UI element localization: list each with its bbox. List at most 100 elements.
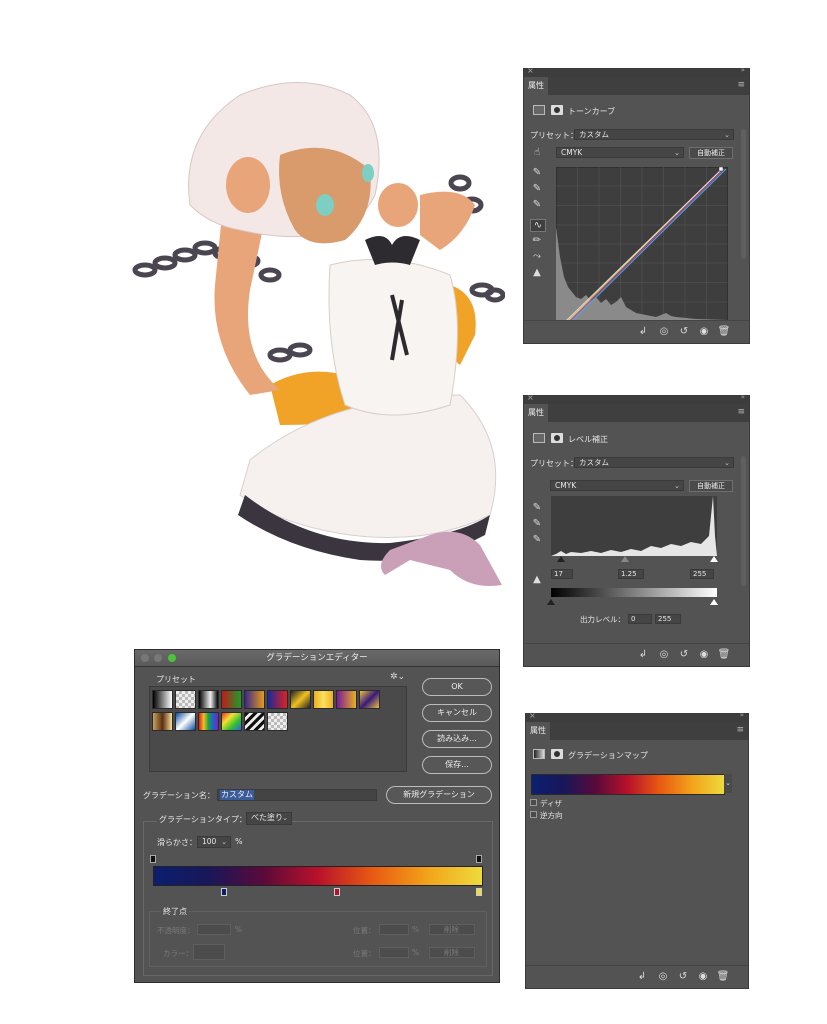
tab-properties[interactable]: 属性 <box>524 404 548 422</box>
load-button[interactable]: 読み込み... <box>422 730 492 748</box>
opacity-location-field[interactable] <box>379 924 409 935</box>
presets-gear-icon[interactable]: ✲⌄ <box>390 672 405 682</box>
input-black-slider[interactable] <box>557 556 565 562</box>
ok-button[interactable]: OK <box>422 678 492 696</box>
preset-swatch[interactable] <box>152 712 173 731</box>
pencil-tool-icon[interactable]: ✏ <box>530 235 544 246</box>
input-gamma-field[interactable]: 1.25 <box>618 569 644 579</box>
zoom-window-button[interactable] <box>168 654 176 662</box>
preset-swatch[interactable] <box>290 690 311 709</box>
auto-button[interactable]: 自動補正 <box>689 480 733 492</box>
tab-properties[interactable]: 属性 <box>526 722 550 740</box>
clipping-warning-icon[interactable]: ▲ <box>530 574 544 585</box>
reset-icon[interactable]: ↺ <box>676 971 690 982</box>
preset-swatch[interactable] <box>267 712 288 731</box>
opacity-stop-left[interactable] <box>150 855 156 863</box>
new-gradient-button[interactable]: 新規グラデーション <box>386 786 492 804</box>
gradient-dropdown-button[interactable]: ⌄ <box>724 774 732 793</box>
opacity-field[interactable] <box>197 924 231 935</box>
input-gamma-slider[interactable] <box>621 556 629 562</box>
smooth-curve-icon[interactable]: ⤳ <box>530 251 544 262</box>
preset-swatch[interactable] <box>152 690 173 709</box>
clip-to-layer-icon[interactable]: ↲ <box>635 971 649 982</box>
preset-dropdown[interactable]: カスタム ⌄ <box>574 457 734 468</box>
gradient-map-preview[interactable] <box>531 774 725 795</box>
delete-trash-icon[interactable]: 🗑 <box>717 649 731 660</box>
color-stop-3[interactable] <box>476 888 482 896</box>
reset-icon[interactable]: ↺ <box>677 326 691 337</box>
view-previous-state-icon[interactable]: ◎ <box>657 649 671 660</box>
gradient-type-dropdown[interactable]: べた塗り ⌄ <box>246 812 292 825</box>
black-eyedropper-icon[interactable]: ✎ <box>530 502 544 513</box>
preset-swatch[interactable] <box>175 712 196 731</box>
close-icon[interactable]: × <box>529 711 536 720</box>
white-eyedropper-icon[interactable]: ✎ <box>530 534 544 545</box>
collapse-icon[interactable]: » <box>741 393 745 401</box>
preset-swatch[interactable] <box>198 690 219 709</box>
preset-swatch[interactable] <box>198 712 219 731</box>
minimize-window-button[interactable] <box>154 654 162 662</box>
collapse-icon[interactable]: » <box>740 711 744 719</box>
output-white-slider[interactable] <box>710 599 718 605</box>
scrollbar[interactable] <box>741 129 746 259</box>
gray-eyedropper-icon[interactable]: ✎ <box>530 183 544 194</box>
curve-points-tool-icon[interactable]: ∿ <box>530 219 546 232</box>
preset-swatch[interactable] <box>175 690 196 709</box>
gradient-editor-bar[interactable] <box>153 866 483 886</box>
delete-trash-icon[interactable]: 🗑 <box>717 326 731 337</box>
dither-checkbox[interactable] <box>530 799 537 806</box>
color-stop-2[interactable] <box>334 888 340 896</box>
close-icon[interactable]: × <box>527 393 534 402</box>
black-eyedropper-icon[interactable]: ✎ <box>530 167 544 178</box>
color-location-field[interactable] <box>379 947 409 958</box>
preset-swatch[interactable] <box>221 690 242 709</box>
white-eyedropper-icon[interactable]: ✎ <box>530 199 544 210</box>
color-field[interactable] <box>193 944 225 960</box>
visibility-eye-icon[interactable]: ◉ <box>696 971 710 982</box>
preset-swatch[interactable] <box>336 690 357 709</box>
preset-swatch[interactable] <box>313 690 334 709</box>
opacity-delete-button[interactable]: 削除 <box>429 924 475 935</box>
clip-to-layer-icon[interactable]: ↲ <box>636 326 650 337</box>
input-black-field[interactable]: 17 <box>551 569 573 579</box>
output-black-slider[interactable] <box>547 599 555 605</box>
view-previous-state-icon[interactable]: ◎ <box>656 971 670 982</box>
panel-menu-icon[interactable]: ≡ <box>737 81 745 90</box>
delete-trash-icon[interactable]: 🗑 <box>716 971 730 982</box>
preset-swatch[interactable] <box>244 712 265 731</box>
input-white-field[interactable]: 255 <box>690 569 714 579</box>
visibility-eye-icon[interactable]: ◉ <box>697 649 711 660</box>
close-window-button[interactable] <box>141 654 149 662</box>
save-button[interactable]: 保存... <box>422 756 492 774</box>
preset-swatch[interactable] <box>267 690 288 709</box>
view-previous-state-icon[interactable]: ◎ <box>657 326 671 337</box>
close-icon[interactable]: × <box>527 66 534 75</box>
layer-mask-icon[interactable] <box>551 433 563 443</box>
visibility-eye-icon[interactable]: ◉ <box>697 326 711 337</box>
preset-swatch[interactable] <box>359 690 380 709</box>
smoothness-field[interactable]: 100 ⌄ <box>197 836 231 848</box>
cancel-button[interactable]: キャンセル <box>422 704 492 722</box>
channel-dropdown[interactable]: CMYK ⌄ <box>556 147 684 158</box>
curves-graph[interactable] <box>556 167 728 321</box>
auto-button[interactable]: 自動補正 <box>689 147 733 159</box>
preset-swatch[interactable] <box>244 690 265 709</box>
gradient-name-field[interactable]: カスタム <box>217 789 377 801</box>
panel-menu-icon[interactable]: ≡ <box>737 408 745 417</box>
input-white-slider[interactable] <box>710 556 718 562</box>
clip-to-layer-icon[interactable]: ↲ <box>636 649 650 660</box>
reset-icon[interactable]: ↺ <box>677 649 691 660</box>
panel-menu-icon[interactable]: ≡ <box>736 726 744 735</box>
layer-mask-icon[interactable] <box>551 105 563 115</box>
layer-mask-icon[interactable] <box>551 749 563 759</box>
color-stop-1[interactable] <box>221 888 227 896</box>
reverse-checkbox[interactable] <box>530 811 537 818</box>
color-delete-button[interactable]: 削除 <box>429 947 475 958</box>
preset-dropdown[interactable]: カスタム ⌄ <box>574 129 734 140</box>
target-adjust-hand-icon[interactable]: ☝ <box>530 147 544 158</box>
gray-eyedropper-icon[interactable]: ✎ <box>530 518 544 529</box>
tab-properties[interactable]: 属性 <box>524 77 548 95</box>
opacity-stop-right[interactable] <box>476 855 482 863</box>
preset-swatch[interactable] <box>221 712 242 731</box>
scrollbar[interactable] <box>741 456 746 586</box>
